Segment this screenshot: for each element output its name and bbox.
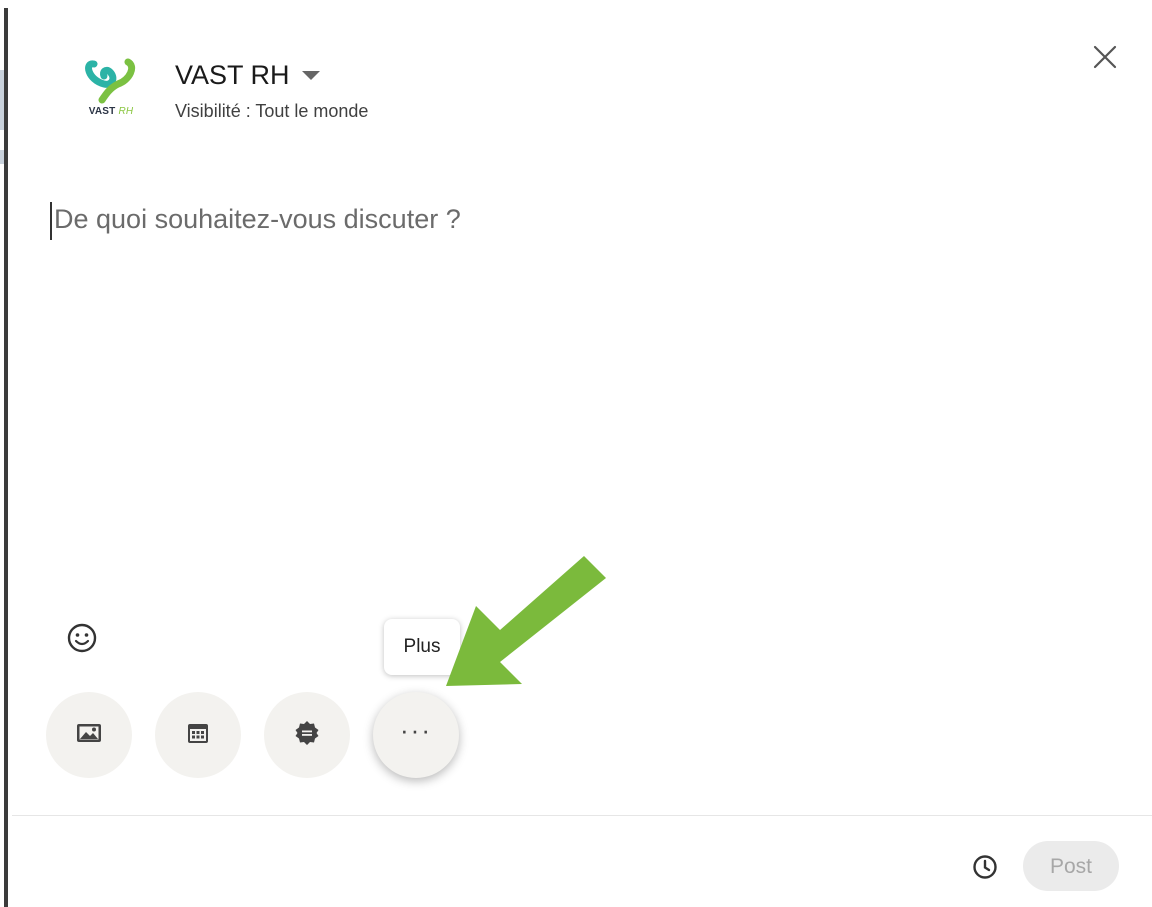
more-button[interactable]: ··· — [373, 692, 459, 778]
annotation-arrow — [430, 550, 620, 700]
post-button[interactable]: Post — [1023, 841, 1119, 891]
badge-icon — [293, 719, 321, 752]
add-photo-button[interactable] — [46, 692, 132, 778]
author-name: VAST RH — [175, 60, 290, 90]
editor-placeholder: De quoi souhaitez-vous discuter ? — [54, 204, 461, 234]
post-text-editor[interactable]: De quoi souhaitez-vous discuter ? — [50, 200, 1110, 580]
emoji-icon[interactable] — [64, 620, 100, 656]
calendar-icon — [185, 720, 211, 751]
footer-divider — [12, 815, 1152, 816]
visibility-label[interactable]: Visibilité : Tout le monde — [175, 101, 368, 122]
background-page-edge — [0, 0, 8, 907]
clock-icon[interactable] — [970, 852, 1000, 882]
close-icon[interactable] — [1090, 42, 1120, 72]
more-icon: ··· — [400, 714, 432, 745]
create-event-button[interactable] — [155, 692, 241, 778]
company-logo: VAST RH — [80, 58, 142, 124]
text-cursor — [50, 202, 52, 240]
caret-down-icon — [301, 71, 320, 80]
celebrate-button[interactable] — [264, 692, 350, 778]
photo-icon — [75, 721, 103, 750]
author-selector[interactable]: VAST RH — [175, 60, 320, 91]
